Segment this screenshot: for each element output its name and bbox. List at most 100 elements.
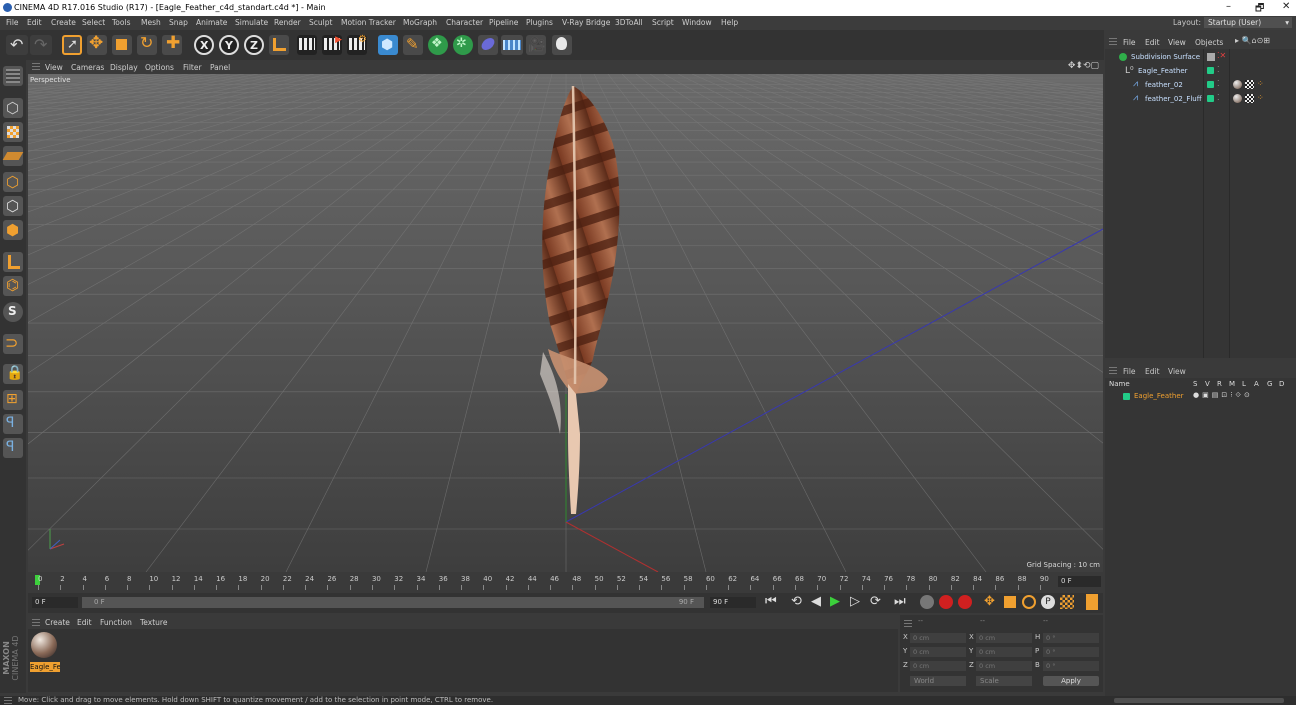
object-row[interactable]: L⁰ Eagle_Feather ⁚ <box>1105 65 1296 78</box>
material-tag-icon[interactable] <box>1233 80 1242 89</box>
go-to-start-icon[interactable]: ⏮ <box>765 594 777 609</box>
frame-range-slider[interactable]: 0 F 90 F <box>82 597 704 608</box>
menu-help[interactable]: Help <box>721 18 738 27</box>
object-menu-edit[interactable]: Edit <box>1145 38 1160 47</box>
timeline-ruler[interactable]: 0 2 4 6 8 10 12 14 16 18 20 22 24 26 28 30 32 34 36 38 40 42 4… <box>28 573 1103 593</box>
undo-button[interactable]: ↶ <box>6 35 28 55</box>
axis-x-button[interactable]: X <box>194 35 214 55</box>
layout-select[interactable]: Startup (User) ▾ <box>1204 17 1292 28</box>
axis-z-button[interactable]: Z <box>244 35 264 55</box>
next-key-icon[interactable]: ⟳ <box>870 594 881 609</box>
visibility-dots-icon[interactable]: ⁚✕ <box>1217 51 1226 60</box>
menu-character[interactable]: Character <box>446 18 483 27</box>
scale-tool-button[interactable] <box>112 35 132 55</box>
python-console-button[interactable]: ꟼ <box>3 438 23 458</box>
enable-axis-button[interactable]: ⊃ <box>3 333 23 354</box>
size-mode-select[interactable]: Scale <box>976 676 1032 686</box>
workplane-mode-button[interactable] <box>2 146 24 166</box>
layer-menu-file[interactable]: File <box>1123 367 1136 376</box>
menu-snap[interactable]: Snap <box>169 18 188 27</box>
object-menu-file[interactable]: File <box>1123 38 1136 47</box>
rotate-tool-button[interactable]: ↻ <box>137 33 157 55</box>
menu-select[interactable]: Select <box>82 18 105 27</box>
recent-tool-button[interactable]: ✚ <box>162 33 182 55</box>
menu-mesh[interactable]: Mesh <box>141 18 161 27</box>
viewport-menu-panel[interactable]: Panel <box>210 63 230 72</box>
tweak-mode-button[interactable]: ⌬ <box>3 276 23 296</box>
menu-animate[interactable]: Animate <box>196 18 227 27</box>
size-x-field[interactable]: 0 cm <box>976 633 1032 643</box>
render-picture-viewer-button[interactable]: ▶ <box>322 35 342 55</box>
menu-tools[interactable]: Tools <box>112 18 130 27</box>
texture-tag-icon[interactable] <box>1245 94 1254 103</box>
layer-menu-edit[interactable]: Edit <box>1145 367 1160 376</box>
visibility-dots-icon[interactable]: ⁚ <box>1217 79 1220 88</box>
layer-menu-view[interactable]: View <box>1168 367 1186 376</box>
make-editable-button[interactable] <box>3 66 23 86</box>
current-frame-field[interactable]: 0 F <box>1058 576 1101 587</box>
add-deformer-button[interactable] <box>478 35 498 55</box>
next-frame-icon[interactable]: ▷ <box>850 594 860 609</box>
record-keys-icon[interactable] <box>939 595 953 609</box>
position-z-field[interactable]: 0 cm <box>910 661 966 671</box>
add-array-button[interactable]: ✲ <box>453 35 473 55</box>
rotation-h-field[interactable]: 0 ° <box>1043 633 1099 643</box>
material-menu-function[interactable]: Function <box>100 618 132 627</box>
motion-record-icon[interactable] <box>920 595 934 609</box>
go-to-end-icon[interactable]: ⏭ <box>894 594 906 609</box>
menu-simulate[interactable]: Simulate <box>235 18 268 27</box>
viewport-menu-view[interactable]: View <box>45 63 63 72</box>
viewport-menu-options[interactable]: Options <box>145 63 174 72</box>
edges-mode-button[interactable]: ⬡ <box>3 196 23 216</box>
position-x-field[interactable]: 0 cm <box>910 633 966 643</box>
previous-frame-icon[interactable]: ◀ <box>811 594 821 609</box>
axis-mode-button[interactable] <box>3 252 23 272</box>
end-frame-field[interactable]: 90 F <box>710 597 756 608</box>
timeline-window-icon[interactable] <box>1086 594 1098 610</box>
menu-3dtoall[interactable]: 3DToAll <box>615 18 643 27</box>
object-menu-view[interactable]: View <box>1168 38 1186 47</box>
menu-window[interactable]: Window <box>682 18 712 27</box>
status-scrollbar[interactable] <box>1114 698 1284 703</box>
planar-workplane-button[interactable]: ⊞ <box>3 390 23 410</box>
material-menu-create[interactable]: Create <box>45 618 70 627</box>
previous-key-icon[interactable]: ⟲ <box>791 594 802 609</box>
menu-script[interactable]: Script <box>652 18 674 27</box>
menu-mograph[interactable]: MoGraph <box>403 18 437 27</box>
key-parameter-icon[interactable]: P <box>1041 595 1055 609</box>
layer-row[interactable]: Eagle_Feather ●▣▤⊡⁝⟐⊙ <box>1105 391 1296 402</box>
texture-tag-icon[interactable] <box>1245 80 1254 89</box>
coordinate-mode-select[interactable]: World <box>910 676 966 686</box>
object-row[interactable]: ⩘ feather_02 ⁚ ⁘ <box>1105 79 1296 92</box>
menu-motion-tracker[interactable]: Motion Tracker <box>341 18 396 27</box>
move-tool-button[interactable]: ✥ <box>87 33 107 55</box>
points-mode-button[interactable]: ⬡ <box>3 172 23 192</box>
render-settings-button[interactable]: ⚙ <box>347 34 367 55</box>
start-frame-field[interactable]: 0 F <box>32 597 78 608</box>
key-pla-icon[interactable] <box>1060 595 1074 609</box>
coordinate-system-button[interactable] <box>269 35 289 55</box>
menu-render[interactable]: Render <box>274 18 301 27</box>
key-rotation-icon[interactable] <box>1022 595 1036 609</box>
lock-workplane-button[interactable]: 🔒 <box>3 364 23 384</box>
menu-plugins[interactable]: Plugins <box>526 18 553 27</box>
position-y-field[interactable]: 0 cm <box>910 647 966 657</box>
minimize-button[interactable]: – <box>1226 1 1231 12</box>
menu-pipeline[interactable]: Pipeline <box>489 18 518 27</box>
layer-toggle-icons[interactable]: ●▣▤⊡⁝⟐⊙ <box>1193 391 1253 400</box>
live-selection-button[interactable]: ➚ <box>62 35 82 55</box>
key-position-icon[interactable]: ✥ <box>984 594 995 609</box>
object-manager-tools-icons[interactable]: ▸ 🔍⌂⊙⊞ <box>1235 36 1270 45</box>
render-view-button[interactable] <box>297 35 317 55</box>
redo-button[interactable]: ↷ <box>30 35 52 55</box>
add-spline-pen-button[interactable]: ✎ <box>403 35 423 55</box>
add-subdivision-button[interactable]: ❖ <box>428 35 448 55</box>
visibility-dots-icon[interactable]: ⁚ <box>1217 65 1220 74</box>
rotation-p-field[interactable]: 0 ° <box>1043 647 1099 657</box>
viewport-menu-display[interactable]: Display <box>110 63 138 72</box>
visibility-dots-icon[interactable]: ⁚ <box>1217 93 1220 102</box>
menu-edit[interactable]: Edit <box>27 18 42 27</box>
add-light-button[interactable] <box>552 35 572 55</box>
key-scale-icon[interactable] <box>1004 596 1016 608</box>
object-row[interactable]: ⩘ feather_02_Fluff ⁚ ⁘ <box>1105 93 1296 106</box>
